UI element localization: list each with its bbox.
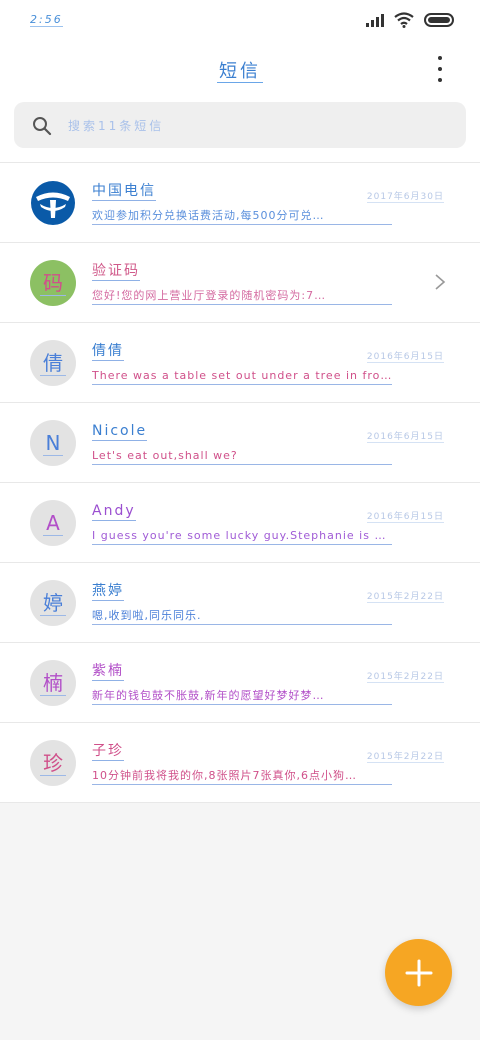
contact-name: Andy (92, 503, 136, 521)
status-bar: 2:56 (0, 0, 480, 40)
message-preview: 10分钟前我将我的你,8张照片7张真你,6点小狗… (92, 768, 392, 785)
china-telecom-logo-icon (31, 181, 75, 225)
page-title: 短信 (217, 61, 263, 83)
dot-icon (438, 67, 442, 71)
wifi-icon (394, 12, 414, 28)
conversation-list: 中国电信 2017年6月30日 欢迎参加积分兑换话费活动,每500分可兑… 码 … (0, 162, 480, 803)
battery-icon (424, 13, 454, 27)
message-preview: 嗯,收到啦,同乐同乐. (92, 608, 392, 625)
more-options-button[interactable] (428, 56, 452, 82)
conversation-row[interactable]: 中国电信 2017年6月30日 欢迎参加积分兑换话费活动,每500分可兑… (0, 163, 480, 243)
search-area (0, 100, 480, 162)
contact-name: 中国电信 (92, 183, 156, 201)
conversation-row[interactable]: 倩 倩倩 2016年6月15日 There was a table set ou… (0, 323, 480, 403)
avatar: N (30, 420, 76, 466)
status-time: 2:56 (30, 13, 63, 27)
message-date: 2015年2月22日 (366, 589, 444, 603)
message-date: 2015年2月22日 (366, 669, 444, 683)
avatar-letter: 码 (40, 271, 66, 296)
message-date: 2016年6月15日 (366, 429, 444, 443)
message-date: 2017年6月30日 (366, 189, 444, 203)
dot-icon (438, 78, 442, 82)
message-preview: 新年的钱包鼓不胀鼓,新年的愿望好梦好梦… (92, 688, 392, 705)
avatar: A (30, 500, 76, 546)
message-date: 2016年6月15日 (366, 509, 444, 523)
avatar-letter: 楠 (40, 671, 66, 696)
app-header: 短信 (0, 40, 480, 100)
message-date: 2015年2月22日 (366, 749, 444, 763)
avatar-letter: 倩 (40, 351, 66, 376)
avatar-letter: 婷 (40, 591, 66, 616)
avatar (30, 180, 76, 226)
avatar: 倩 (30, 340, 76, 386)
conversation-row[interactable]: 码 验证码 您好!您的网上营业厅登录的随机密码为:7… (0, 243, 480, 323)
avatar: 婷 (30, 580, 76, 626)
search-input[interactable] (68, 114, 448, 138)
avatar: 珍 (30, 740, 76, 786)
message-preview: Let's eat out,shall we? (92, 448, 392, 465)
message-preview: There was a table set out under a tree i… (92, 368, 392, 385)
avatar-letter: 珍 (40, 751, 66, 776)
message-preview: 欢迎参加积分兑换话费活动,每500分可兑… (92, 208, 392, 225)
dot-icon (438, 56, 442, 60)
contact-name: 倩倩 (92, 343, 124, 361)
message-preview: 您好!您的网上营业厅登录的随机密码为:7… (92, 288, 392, 305)
conversation-row[interactable]: A Andy 2016年6月15日 I guess you're some lu… (0, 483, 480, 563)
status-icons (366, 12, 454, 28)
signal-icon (366, 13, 384, 27)
plus-icon (405, 959, 432, 986)
message-date: 2016年6月15日 (366, 349, 444, 363)
avatar-letter: A (43, 511, 63, 536)
message-preview: I guess you're some lucky guy.Stephanie … (92, 528, 392, 545)
avatar: 楠 (30, 660, 76, 706)
conversation-row[interactable]: 楠 紫楠 2015年2月22日 新年的钱包鼓不胀鼓,新年的愿望好梦好梦… (0, 643, 480, 723)
contact-name: 验证码 (92, 263, 140, 281)
avatar: 码 (30, 260, 76, 306)
conversation-row[interactable]: 婷 燕婷 2015年2月22日 嗯,收到啦,同乐同乐. (0, 563, 480, 643)
contact-name: 燕婷 (92, 583, 124, 601)
conversation-row[interactable]: 珍 子珍 2015年2月22日 10分钟前我将我的你,8张照片7张真你,6点小狗… (0, 723, 480, 803)
chevron-right-icon (435, 274, 446, 290)
avatar-letter: N (42, 431, 64, 456)
contact-name: 紫楠 (92, 663, 124, 681)
search-box[interactable] (14, 102, 466, 148)
contact-name: Nicole (92, 423, 148, 441)
conversation-row[interactable]: N Nicole 2016年6月15日 Let's eat out,shall … (0, 403, 480, 483)
sms-screen: 2:56 短信 搜索11条短信 中国电信 2017年6月30日 欢迎参加积分兑换… (0, 0, 480, 1040)
new-message-button[interactable] (385, 939, 452, 1006)
contact-name: 子珍 (92, 743, 124, 761)
search-icon (33, 117, 52, 136)
